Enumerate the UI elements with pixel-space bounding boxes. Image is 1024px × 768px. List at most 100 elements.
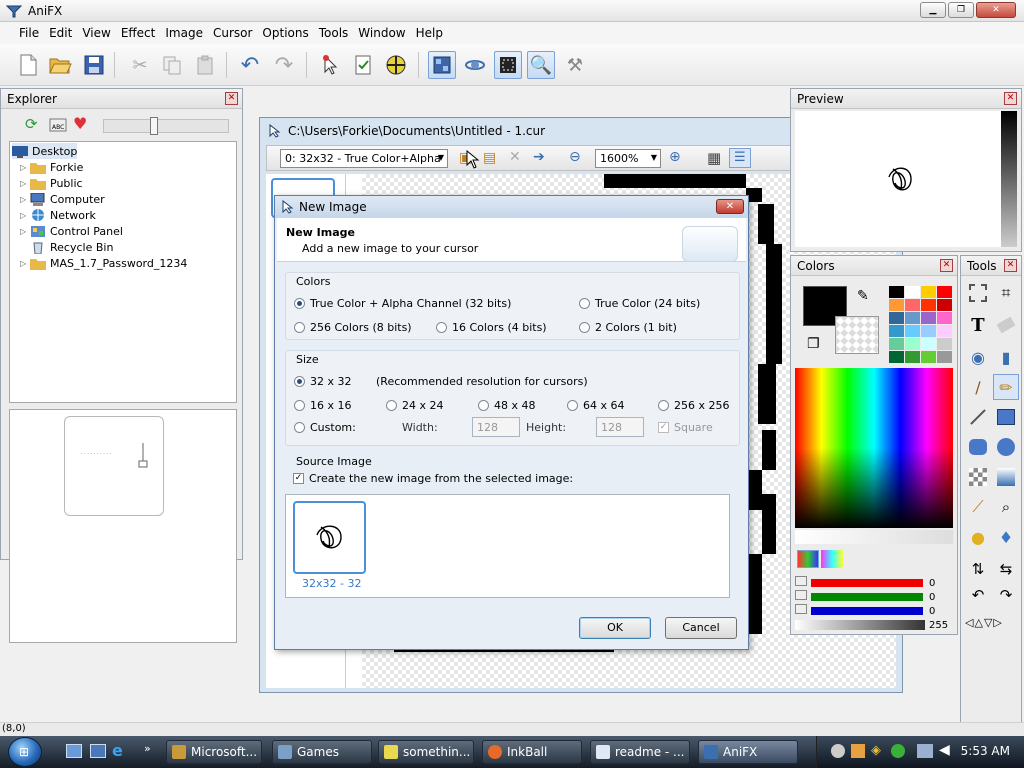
export-image-icon[interactable]: ➔ [533,149,545,165]
menu-tools[interactable]: Tools [314,26,354,40]
explorer-close-button[interactable]: ✕ [225,92,238,105]
file-thumbnail[interactable]: · · · · · · · · · · [64,416,164,516]
radio-size-16[interactable]: 16 x 16 [294,399,352,412]
width-input[interactable]: 128 [472,417,520,437]
layout-toggle-button[interactable]: ☰ [729,148,751,168]
options-button[interactable]: ⚒ [561,51,589,79]
rgb-mode-button[interactable] [797,550,819,568]
test-cursor-button[interactable] [382,51,410,79]
palette-swatch[interactable] [905,325,920,337]
copy-button[interactable] [158,51,186,79]
text-tool[interactable]: T [965,312,991,338]
swap-colors-icon[interactable]: ❐ [807,336,820,352]
palette-swatch[interactable] [921,286,936,298]
palette-swatch[interactable] [905,286,920,298]
preview-scrollbar[interactable] [1001,111,1017,247]
security-shield-icon[interactable]: ◈ [871,743,881,758]
undo-button[interactable]: ↶ [236,51,264,79]
menu-options[interactable]: Options [257,26,313,40]
paste-button[interactable] [191,51,219,79]
flip-horizontal-tool[interactable]: ⇆ [993,556,1019,582]
palette-swatch[interactable] [937,312,952,324]
shift-up-icon[interactable]: △ [974,616,983,629]
heart-icon[interactable]: ♥ [73,114,87,133]
radio-size-24[interactable]: 24 x 24 [386,399,444,412]
rotate-right-tool[interactable]: ↷ [993,582,1019,608]
palette-swatch[interactable] [905,299,920,311]
palette-swatch[interactable] [889,312,904,324]
blue-slider[interactable] [795,604,925,616]
internet-explorer-icon[interactable]: e [112,741,123,760]
tree-item-recycle-bin[interactable]: Recycle Bin [30,239,113,255]
zoom-tool[interactable]: ⌕ [993,494,1019,520]
highlight-tool[interactable]: ● [965,524,991,550]
tree-item-public[interactable]: ▷ Public [20,175,83,191]
toggle-explorer-button[interactable] [428,51,456,79]
close-button[interactable]: ✕ [976,2,1016,18]
palette-swatch[interactable] [921,299,936,311]
alpha-slider[interactable] [795,620,925,630]
brush-tool[interactable]: ∕ [965,374,991,400]
menu-file[interactable]: File [14,26,44,40]
menu-edit[interactable]: Edit [44,26,77,40]
radio-size-64[interactable]: 64 x 64 [567,399,625,412]
expand-icon[interactable]: ▷ [20,179,30,188]
radio-truecolor[interactable]: True Color (24 bits) [579,297,700,310]
palette-swatch[interactable] [905,312,920,324]
redo-button[interactable]: ↷ [270,51,298,79]
radio-16-colors[interactable]: 16 Colors (4 bits) [436,321,547,334]
radio-size-256[interactable]: 256 x 256 [658,399,730,412]
rectangle-tool[interactable] [993,404,1019,430]
palette-swatch[interactable] [921,312,936,324]
palette-swatch[interactable] [921,325,936,337]
tree-item-forkie[interactable]: ▷ Forkie [20,159,83,175]
eraser-tool[interactable] [993,312,1019,338]
radio-2-colors[interactable]: 2 Colors (1 bit) [579,321,677,334]
palette-swatch[interactable] [937,351,952,363]
palette-swatch[interactable] [905,338,920,350]
crop-tool[interactable]: ⌗ [993,280,1019,306]
tree-item-desktop[interactable]: Desktop [12,143,78,159]
palette-swatch[interactable] [937,286,952,298]
ok-button[interactable]: OK [579,617,651,639]
expand-icon[interactable]: ▷ [20,211,30,220]
height-input[interactable]: 128 [596,417,644,437]
toggle-colors-button[interactable] [494,51,522,79]
shift-down-icon[interactable]: ▽ [984,616,993,629]
refresh-icon[interactable]: ⟳ [25,115,38,133]
tree-item-computer[interactable]: ▷ Computer [20,191,105,207]
grid-icon[interactable]: ▦ [707,149,721,167]
tray-icon-1[interactable] [831,744,845,758]
radio-256-colors[interactable]: 256 Colors (8 bits) [294,321,412,334]
save-button[interactable] [80,51,108,79]
network-tray-icon[interactable] [917,744,933,758]
tray-icon-2[interactable] [851,744,865,758]
tree-item-network[interactable]: ▷ Network [20,207,96,223]
palette-swatch[interactable] [889,338,904,350]
taskbar-item-readme[interactable]: readme - ... [590,740,690,764]
taskbar-item-microsoft[interactable]: Microsoft... [166,740,262,764]
palette-swatch[interactable] [889,286,904,298]
thumbnail-size-slider[interactable] [103,117,229,135]
maximize-button[interactable]: ❐ [948,2,974,18]
tools-close-button[interactable]: ✕ [1004,259,1017,272]
slider-thumb[interactable] [150,117,158,135]
menu-image[interactable]: Image [160,26,208,40]
spectrum-hue-strip[interactable] [795,530,953,544]
delete-image-icon[interactable]: ✕ [509,149,521,165]
start-button[interactable]: ⊞ [8,737,42,767]
line-tool[interactable] [965,404,991,430]
new-file-button[interactable] [14,51,42,79]
menu-cursor[interactable]: Cursor [208,26,257,40]
select-tool[interactable] [965,280,991,306]
more-quicklaunch-icon[interactable]: » [144,742,151,755]
zoom-in-icon[interactable]: ⊕ [669,149,681,165]
menu-window[interactable]: Window [353,26,410,40]
palette-swatch[interactable] [921,338,936,350]
ellipse-tool[interactable] [993,434,1019,460]
airbrush-tool[interactable]: ▮ [993,344,1019,370]
expand-icon[interactable]: ▷ [20,195,30,204]
rounded-rect-tool[interactable] [965,434,991,460]
palette-swatch[interactable] [937,299,952,311]
tray-icon-4[interactable] [891,744,905,758]
